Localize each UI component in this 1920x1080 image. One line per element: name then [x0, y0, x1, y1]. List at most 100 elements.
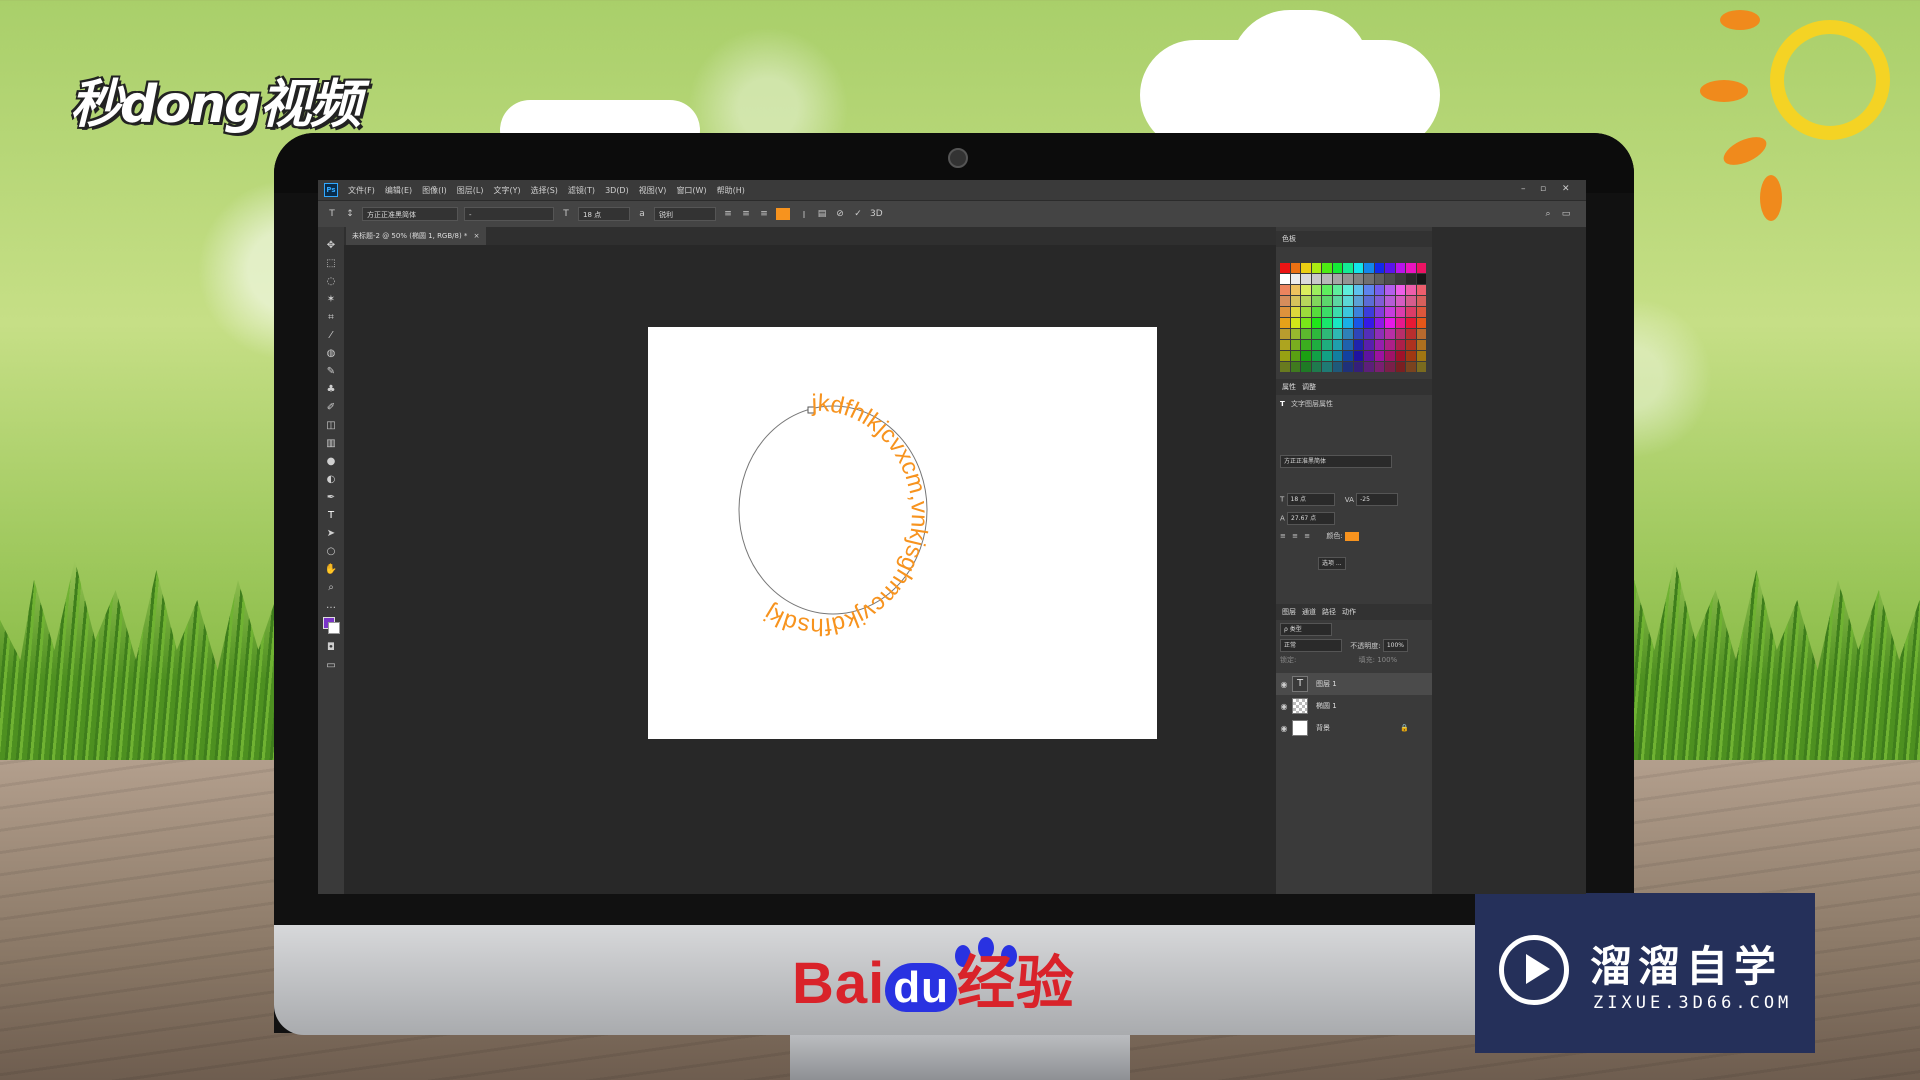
swatch-cell[interactable] [1406, 318, 1416, 328]
crop-tool-icon[interactable]: ⌗ [318, 309, 344, 327]
swatch-cell[interactable] [1364, 296, 1374, 306]
layer-row[interactable]: ◉ T 图层 1 [1276, 673, 1432, 695]
swatch-cell[interactable] [1311, 329, 1321, 339]
swatch-cell[interactable] [1290, 351, 1300, 361]
swatch-cell[interactable] [1343, 274, 1353, 284]
swatch-cell[interactable] [1353, 318, 1363, 328]
swatch-cell[interactable] [1332, 340, 1342, 350]
swatch-cell[interactable] [1353, 263, 1363, 273]
swatch-cell[interactable] [1385, 362, 1395, 372]
zoom-tool-icon[interactable]: ⌕ [318, 579, 344, 597]
swatch-cell[interactable] [1395, 296, 1405, 306]
swatch-cell[interactable] [1353, 285, 1363, 295]
swatch-cell[interactable] [1374, 362, 1384, 372]
swatch-cell[interactable] [1395, 351, 1405, 361]
cancel-icon[interactable]: ⊘ [834, 208, 846, 220]
swatch-cell[interactable] [1406, 340, 1416, 350]
type-tool-preset-icon[interactable]: T [326, 208, 338, 220]
align-left-icon[interactable]: ≡ [1280, 532, 1286, 540]
swatch-cell[interactable] [1311, 351, 1321, 361]
swatch-cell[interactable] [1332, 351, 1342, 361]
history-brush-icon[interactable]: ✐ [318, 399, 344, 417]
close-tab-icon[interactable]: × [474, 232, 480, 240]
swatch-cell[interactable] [1290, 340, 1300, 350]
swatch-cell[interactable] [1280, 274, 1290, 284]
swatch-cell[interactable] [1311, 285, 1321, 295]
swatch-cell[interactable] [1406, 285, 1416, 295]
menu-type[interactable]: 文字(Y) [493, 185, 520, 196]
swatch-cell[interactable] [1322, 307, 1332, 317]
brush-tool-icon[interactable]: ✎ [318, 363, 344, 381]
swatch-cell[interactable] [1343, 318, 1353, 328]
swatch-cell[interactable] [1301, 340, 1311, 350]
swatch-cell[interactable] [1290, 296, 1300, 306]
swatch-cell[interactable] [1332, 362, 1342, 372]
tab-properties[interactable]: 属性 [1282, 382, 1296, 392]
swatch-cell[interactable] [1385, 263, 1395, 273]
marquee-tool-icon[interactable]: ⬚ [318, 255, 344, 273]
swatch-cell[interactable] [1280, 362, 1290, 372]
swatch-cell[interactable] [1343, 351, 1353, 361]
swatch-cell[interactable] [1332, 329, 1342, 339]
properties-size-field[interactable]: 18 点 [1286, 493, 1335, 506]
text-orientation-icon[interactable]: ↕ [344, 208, 356, 220]
swatch-cell[interactable] [1416, 340, 1426, 350]
swatch-cell[interactable] [1353, 307, 1363, 317]
swatch-cell[interactable] [1301, 351, 1311, 361]
document-canvas[interactable]: jkdfhlkjcvxcm,vnkjsghmcvjkdfhsdkj [648, 327, 1157, 739]
path-text[interactable]: jkdfhlkjcvxcm,vnkjsghmcvjkdfhsdkj [760, 390, 933, 640]
visibility-eye-icon[interactable]: ◉ [1276, 680, 1292, 689]
tab-actions[interactable]: 动作 [1342, 607, 1356, 617]
clone-stamp-icon[interactable]: ♣ [318, 381, 344, 399]
menu-layer[interactable]: 图层(L) [457, 185, 484, 196]
swatch-cell[interactable] [1374, 329, 1384, 339]
swatch-cell[interactable] [1353, 274, 1363, 284]
font-style-select[interactable]: - [464, 207, 554, 221]
blur-tool-icon[interactable]: ● [318, 453, 344, 471]
minimize-button[interactable]: – [1521, 184, 1526, 194]
healing-brush-icon[interactable]: ◍ [318, 345, 344, 363]
swatch-cell[interactable] [1301, 285, 1311, 295]
menu-select[interactable]: 选择(S) [531, 185, 558, 196]
visibility-eye-icon[interactable]: ◉ [1276, 702, 1292, 711]
visibility-eye-icon[interactable]: ◉ [1276, 724, 1292, 733]
tab-channels[interactable]: 通道 [1302, 607, 1316, 617]
swatch-cell[interactable] [1416, 307, 1426, 317]
text-color-swatch[interactable] [776, 208, 790, 220]
close-button[interactable]: ✕ [1562, 184, 1570, 194]
menu-window[interactable]: 窗口(W) [676, 185, 706, 196]
swatch-cell[interactable] [1332, 307, 1342, 317]
swatch-cell[interactable] [1322, 362, 1332, 372]
align-center-icon[interactable]: ≡ [740, 208, 752, 220]
swatch-cell[interactable] [1385, 285, 1395, 295]
swatch-cell[interactable] [1280, 340, 1290, 350]
swatch-cell[interactable] [1364, 351, 1374, 361]
swatch-cell[interactable] [1385, 296, 1395, 306]
swatch-cell[interactable] [1301, 329, 1311, 339]
swatch-cell[interactable] [1364, 263, 1374, 273]
swatch-cell[interactable] [1385, 307, 1395, 317]
swatch-cell[interactable] [1364, 307, 1374, 317]
swatch-cell[interactable] [1343, 307, 1353, 317]
swatch-cell[interactable] [1301, 362, 1311, 372]
restore-button[interactable]: ▫ [1540, 184, 1546, 194]
swatch-cell[interactable] [1280, 296, 1290, 306]
swatch-cell[interactable] [1311, 318, 1321, 328]
swatch-cell[interactable] [1322, 285, 1332, 295]
swatches-grid[interactable] [1280, 263, 1426, 372]
swatch-cell[interactable] [1301, 307, 1311, 317]
swatch-cell[interactable] [1364, 329, 1374, 339]
swatch-cell[interactable] [1395, 329, 1405, 339]
swatch-cell[interactable] [1290, 318, 1300, 328]
swatch-cell[interactable] [1385, 274, 1395, 284]
swatch-cell[interactable] [1332, 318, 1342, 328]
align-left-icon[interactable]: ≡ [722, 208, 734, 220]
warp-text-icon[interactable]: ꞁ [798, 208, 810, 220]
eraser-icon[interactable]: ◫ [318, 417, 344, 435]
swatch-cell[interactable] [1322, 351, 1332, 361]
menu-edit[interactable]: 编辑(E) [385, 185, 412, 196]
path-selection-icon[interactable]: ➤ [318, 525, 344, 543]
swatch-cell[interactable] [1322, 296, 1332, 306]
swatch-cell[interactable] [1322, 340, 1332, 350]
gradient-tool-icon[interactable]: ▥ [318, 435, 344, 453]
